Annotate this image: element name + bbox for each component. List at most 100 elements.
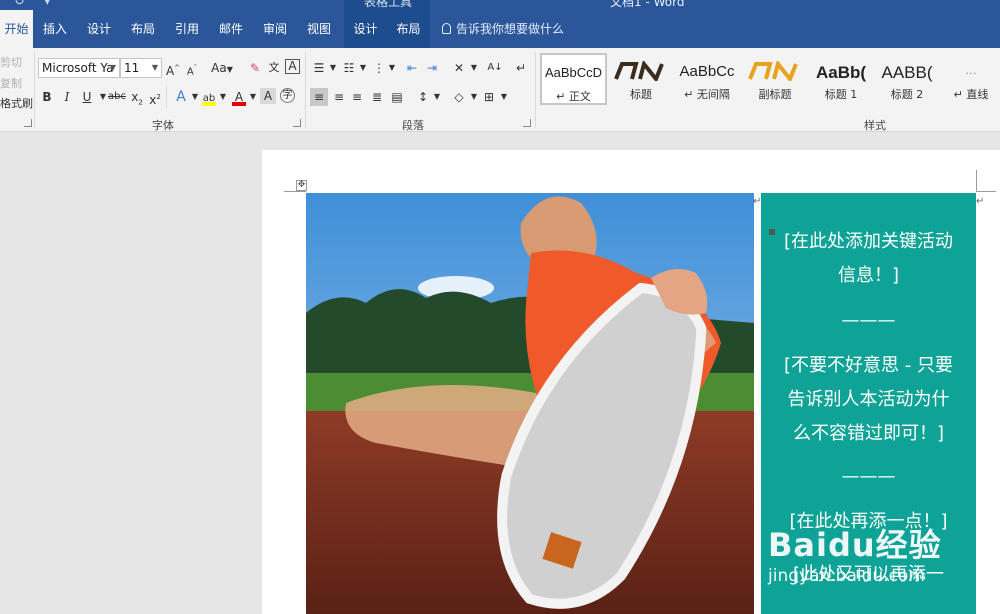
style-heading-1[interactable]: AaBb( 标题 1 [810, 53, 872, 105]
tab-table-layout[interactable]: 布局 [387, 10, 430, 48]
panel-divider: ——— [841, 310, 896, 331]
change-case-label: Aa [211, 61, 227, 75]
watermark-url: jingyan.baidu.com [768, 566, 925, 586]
tab-mailings[interactable]: 邮件 [210, 10, 252, 48]
redo-icon[interactable]: ↻ [14, 0, 25, 9]
tab-design[interactable]: 设计 [78, 10, 120, 48]
ribbon-home: 剪切 复制 格式刷 Microsoft Ya ▼ 11 ▼ A^ Aˇ Aa▼ ✎ … [0, 48, 1000, 132]
cell-end-mark: ↵ [753, 196, 762, 207]
grow-font-icon[interactable]: A^ [164, 59, 182, 78]
subscript-icon[interactable]: x2 [128, 88, 146, 106]
tell-me-text: 告诉我你想要做什么 [456, 22, 565, 36]
margin-corner-mark [976, 170, 996, 192]
format-painter-button[interactable]: 格式刷 [0, 95, 33, 111]
cut-button[interactable]: 剪切 [0, 54, 22, 70]
paragraph-launcher-icon[interactable] [523, 119, 531, 127]
style-name: ↵ 直线 [953, 88, 989, 101]
font-name-value: Microsoft Ya [42, 61, 114, 75]
group-separator [305, 52, 306, 128]
character-border-icon[interactable]: A [285, 59, 300, 74]
style-sample: AaBbCcD [544, 65, 603, 80]
change-case-button[interactable]: Aa▼ [208, 59, 236, 77]
phonetic-guide-button[interactable]: 文 [265, 59, 283, 77]
superscript-icon[interactable]: x2 [146, 88, 164, 107]
align-left-icon[interactable]: ≡ [310, 88, 328, 106]
font-name-select[interactable]: Microsoft Ya ▼ [38, 58, 120, 78]
context-group-label: 表格工具 [364, 0, 413, 9]
styles-group-label: 样式 [864, 119, 886, 132]
panel-line: 告诉别人本活动为什 [787, 389, 950, 410]
strikethrough-icon[interactable]: abc [107, 88, 127, 106]
multilevel-dropdown-icon[interactable]: ▼ [383, 59, 401, 77]
divider [166, 86, 167, 108]
sort-icon[interactable]: A↓ [486, 59, 504, 77]
phonetic-guide-label: 文 [268, 61, 280, 74]
style-title[interactable]: 标题 [610, 53, 672, 105]
style-name: 副标题 [758, 88, 792, 101]
baidu-jingyan-watermark: Baidu经验 jingyan.baidu.com [768, 520, 942, 586]
style-no-spacing[interactable]: AaBbCc ↵ 无间隔 [674, 53, 740, 105]
panel-divider: ——— [841, 466, 896, 487]
style-sample: AaBb( [815, 63, 867, 82]
style-name: ↵ 正文 [556, 90, 591, 103]
bold-icon[interactable]: B [38, 88, 56, 106]
table-tools-context-header: 表格工具 [344, 0, 430, 10]
style-line[interactable]: … ↵ 直线 [942, 53, 1000, 105]
style-heading-2[interactable]: AABB( 标题 2 [876, 53, 938, 105]
panel-line: 么不容错过即可！] [792, 423, 945, 444]
shrink-font-icon[interactable]: Aˇ [183, 59, 201, 77]
tab-view[interactable]: 视图 [298, 10, 340, 48]
distributed-icon[interactable]: ▤ [388, 88, 406, 106]
lightbulb-icon [442, 23, 451, 34]
clipboard-launcher-icon[interactable] [24, 119, 32, 127]
style-sample: AaBbCc [679, 63, 735, 80]
paragraph-group-label: 段落 [402, 119, 424, 132]
document-title: 文档1 - Word [610, 0, 685, 9]
style-title-sample-icon [614, 61, 664, 81]
show-formatting-marks-icon[interactable]: ↵ [512, 59, 530, 77]
panel-line: [不要不好意思 - 只要 [784, 355, 953, 376]
group-separator [34, 52, 35, 128]
align-center-icon[interactable]: ≡ [330, 88, 348, 106]
row-end-mark: ↵ [976, 196, 985, 207]
style-subtitle[interactable]: 副标题 [744, 53, 806, 105]
character-shading-icon[interactable]: A [260, 88, 276, 104]
panel-line: [在此处添加关键活动 [783, 231, 954, 252]
font-group-label: 字体 [152, 119, 174, 132]
chevron-down-icon: ▼ [151, 63, 158, 72]
decrease-indent-icon[interactable]: ⇤ [403, 59, 421, 77]
customize-qat-icon[interactable]: ▾ [44, 0, 51, 9]
borders-dropdown-icon[interactable]: ▼ [495, 88, 513, 106]
copy-button[interactable]: 复制 [0, 75, 22, 91]
enclose-characters-icon[interactable]: 字 [280, 88, 295, 103]
style-sample: … [965, 63, 977, 77]
tab-table-design[interactable]: 设计 [344, 10, 387, 48]
runner-stretching-photo [306, 193, 754, 614]
tab-insert[interactable]: 插入 [34, 10, 76, 48]
style-name: ↵ 无间隔 [684, 88, 730, 101]
tell-me-search[interactable]: 告诉我你想要做什么 [442, 10, 564, 48]
increase-indent-icon[interactable]: ⇥ [423, 59, 441, 77]
group-separator [535, 52, 536, 128]
tab-review[interactable]: 审阅 [254, 10, 296, 48]
clear-formatting-icon[interactable]: ✎ [246, 59, 264, 77]
justify-icon[interactable]: ≣ [368, 88, 386, 106]
style-normal[interactable]: AaBbCcD ↵ 正文 [540, 53, 607, 105]
table-move-handle-icon[interactable]: ✥ [296, 180, 307, 191]
watermark-logo: Baidu经验 [768, 526, 942, 564]
chinese-layout-dropdown-icon[interactable]: ▼ [465, 59, 483, 77]
tab-layout[interactable]: 布局 [122, 10, 164, 48]
style-sample: AABB( [881, 63, 933, 82]
font-size-select[interactable]: 11 ▼ [120, 58, 162, 78]
italic-icon[interactable]: I [58, 88, 76, 106]
tab-references[interactable]: 引用 [166, 10, 208, 48]
line-spacing-dropdown-icon[interactable]: ▼ [428, 88, 446, 106]
font-size-value: 11 [124, 61, 140, 75]
title-bar: ↻ ▾ 表格工具 文档1 - Word [0, 0, 1000, 10]
ribbon-tab-bar: 开始 插入 设计 布局 引用 邮件 审阅 视图 设计 布局 告诉我你想要做什么 [0, 10, 1000, 48]
align-right-icon[interactable]: ≡ [348, 88, 366, 106]
font-launcher-icon[interactable] [293, 119, 301, 127]
style-name: 标题 2 [890, 88, 924, 101]
tab-home[interactable]: 开始 [0, 10, 33, 48]
chevron-down-icon: ▼ [109, 63, 116, 72]
